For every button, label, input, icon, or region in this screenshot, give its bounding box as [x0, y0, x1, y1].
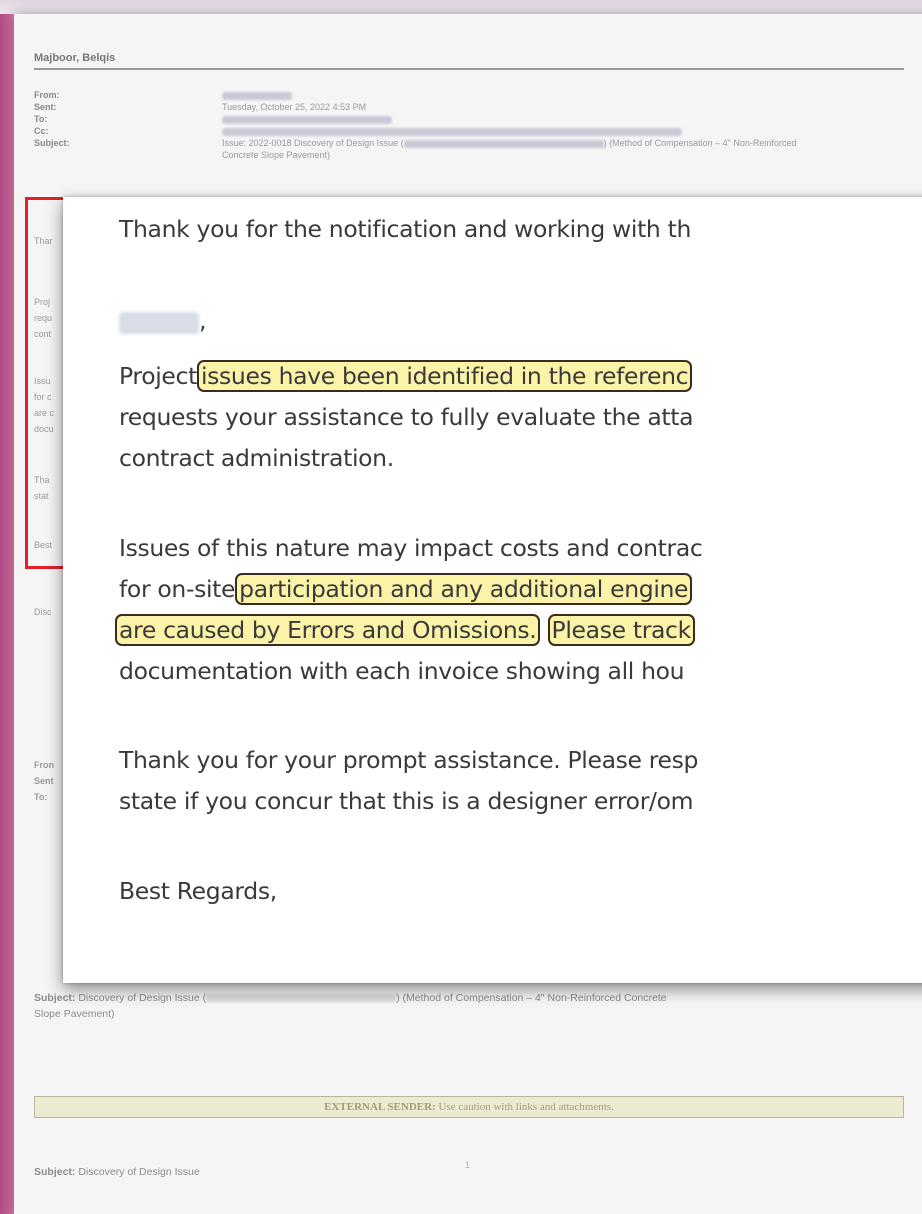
callout-p1-line3: contract administration. — [119, 444, 394, 472]
peek-text: Disc — [34, 607, 52, 617]
callout-p2-line1: Issues of this nature may impact costs a… — [119, 534, 703, 562]
highlight-participation: participation and any additional engine — [235, 573, 693, 605]
from-value — [222, 89, 902, 101]
peek-text: Fron — [34, 760, 54, 770]
cc-label: Cc: — [34, 126, 49, 136]
callout-greeting: , — [119, 307, 206, 335]
cc-value — [222, 125, 902, 137]
callout-p2-line4: documentation with each invoice showing … — [119, 657, 685, 685]
subject-label: Subject: — [34, 138, 70, 148]
peek-text: stat — [34, 491, 49, 501]
page-number: 1 — [465, 1160, 471, 1170]
peek-text: are c — [34, 408, 55, 418]
external-sender-banner: EXTERNAL SENDER: Use caution with links … — [34, 1096, 904, 1118]
callout-p1-line1: Project issues have been identified in th… — [119, 360, 693, 392]
redacted-greeting-name — [119, 311, 199, 334]
callout-p3-line1: Thank you for your prompt assistance. Pl… — [119, 746, 699, 774]
bottom-subject: Subject: Discovery of Design Issue — [34, 1166, 200, 1178]
to-value — [222, 113, 902, 125]
peek-text: Best — [34, 540, 53, 550]
redacted-cc — [222, 127, 682, 136]
to-label: To: — [34, 114, 48, 124]
redacted-subject-detail — [206, 994, 397, 1003]
redacted-subject-detail — [403, 139, 604, 148]
from-label: From: — [34, 90, 60, 100]
header-divider — [34, 68, 904, 70]
peek-text: requ — [34, 313, 53, 323]
header-labels: From: Sent: To: Cc: Subject: — [34, 89, 70, 149]
callout-p2-line3: are caused by Errors and Omissions. Plea… — [115, 614, 695, 646]
author-name: Majboor, Belqis — [34, 52, 116, 64]
subject-value: Issue: 2022-0018 Discovery of Design Iss… — [222, 138, 797, 148]
peek-text: Tha — [34, 475, 50, 485]
header-values: Tuesday, October 25, 2022 4:53 PM Issue:… — [222, 89, 902, 161]
peek-text: cont — [34, 329, 52, 339]
peek-text: Issu — [34, 376, 51, 386]
lower-subject: Subject: Discovery of Design Issue () (M… — [34, 992, 667, 1004]
callout-p3-line2: state if you concur that this is a desig… — [119, 787, 694, 815]
top-strip — [0, 0, 922, 14]
sent-label: Sent: — [34, 102, 57, 112]
peek-text: Proj — [34, 297, 51, 307]
peek-text: for c — [34, 392, 52, 402]
peek-text: To: — [34, 792, 48, 802]
callout-p2-line2: for on-site participation and any additio… — [119, 573, 693, 605]
redacted-recipient — [222, 115, 392, 124]
highlight-please-track: Please track — [547, 614, 695, 646]
zoomed-callout: Thank you for the notification and worki… — [63, 197, 922, 983]
redacted-sender — [222, 91, 292, 100]
callout-line-thanks: Thank you for the notification and worki… — [119, 215, 692, 243]
peek-text: Thar — [34, 236, 53, 246]
callout-closing: Best Regards, — [119, 877, 277, 905]
lower-subject-line2: Slope Pavement) — [34, 1008, 115, 1020]
subject-value-line2: Concrete Slope Pavement) — [222, 150, 331, 160]
peek-text: Sent — [34, 776, 54, 786]
callout-p1-line2: requests your assistance to fully evalua… — [119, 403, 694, 431]
peek-text: docu — [34, 424, 54, 434]
highlight-errors-omissions: are caused by Errors and Omissions. — [115, 614, 541, 646]
document-viewer: Majboor, Belqis From: Sent: To: Cc: Subj… — [0, 0, 922, 1214]
sent-value: Tuesday, October 25, 2022 4:53 PM — [222, 102, 367, 112]
highlight-issues: issues have been identified in the refer… — [196, 360, 693, 392]
